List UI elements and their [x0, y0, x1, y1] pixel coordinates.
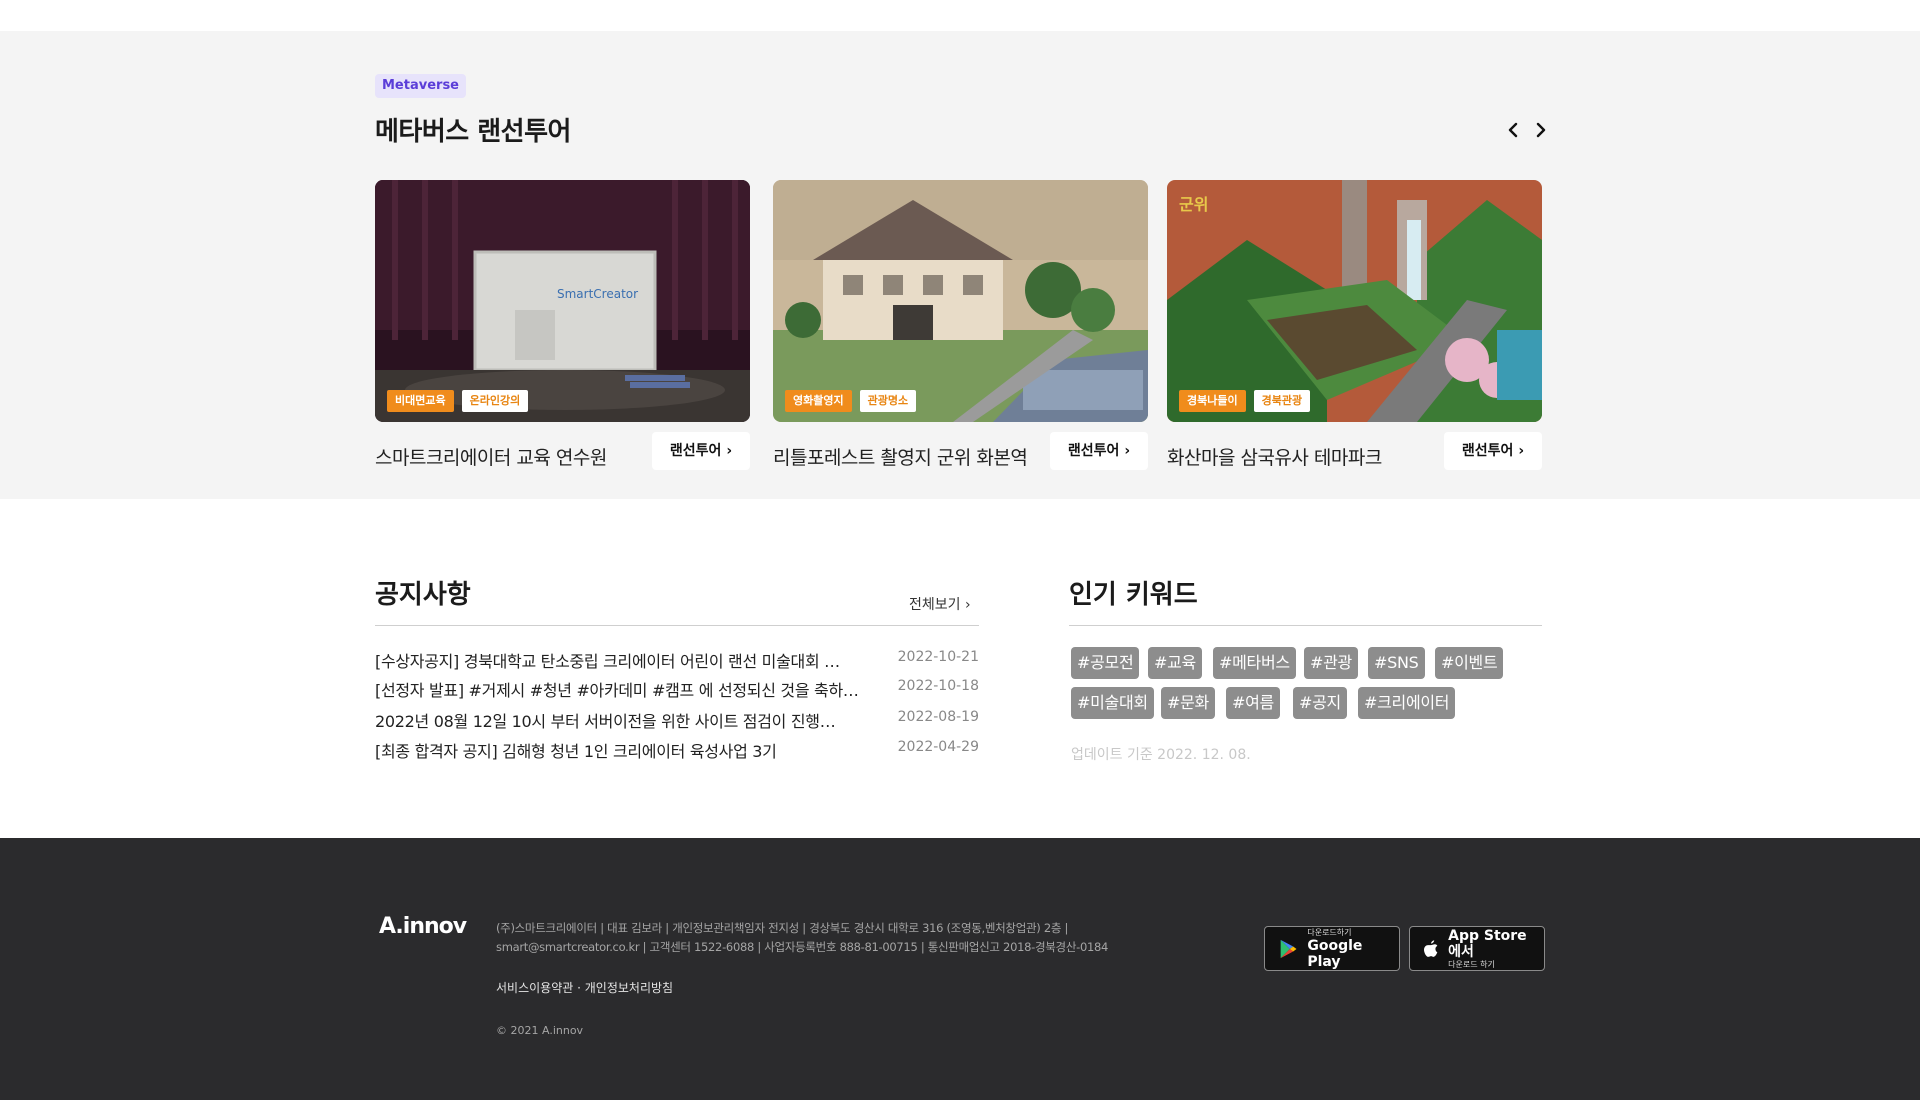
- card-title[interactable]: 스마트크리에이터 교육 연수원: [375, 443, 607, 470]
- company-info-line-2: smart@smartcreator.co.kr | 고객센터 1522-608…: [496, 940, 1109, 954]
- card-tag-primary: 경북나들이: [1179, 390, 1246, 412]
- chevron-right-icon: ›: [1124, 443, 1131, 459]
- lan-tour-button[interactable]: 랜선투어 ›: [652, 432, 750, 470]
- link-separator: ·: [577, 981, 581, 995]
- google-play-icon: [1280, 939, 1297, 958]
- notice-item-title[interactable]: 2022년 08월 12일 10시 부터 서버이전을 위한 사이트 점검이 진행…: [375, 708, 875, 732]
- footer-logo[interactable]: A.innov: [379, 914, 467, 939]
- top-strip: [0, 0, 1920, 31]
- apple-icon: [1424, 939, 1438, 957]
- chevron-right-icon: ›: [964, 597, 971, 613]
- keyword-chip[interactable]: #교육: [1148, 647, 1202, 679]
- tour-button-label: 랜선투어: [1067, 443, 1120, 459]
- metaverse-badge: Metaverse: [375, 74, 466, 98]
- card-tag-secondary: 경북관광: [1253, 390, 1311, 412]
- keyword-chip[interactable]: #문화: [1161, 687, 1215, 719]
- keyword-chip[interactable]: #크리에이터: [1358, 687, 1456, 719]
- company-info: (주)스마트크리에이터 | 대표 김보라 | 개인정보관리책임자 전지성 | 경…: [496, 919, 1176, 957]
- keyword-update-date: 업데이트 기준 2022. 12. 08.: [1071, 747, 1251, 763]
- keyword-chip[interactable]: #SNS: [1368, 647, 1425, 679]
- card-title[interactable]: 화산마을 삼국유사 테마파크: [1167, 443, 1382, 470]
- notice-item-date: 2022-04-29: [897, 739, 979, 755]
- keyword-chip[interactable]: #이벤트: [1435, 647, 1504, 679]
- metaverse-section: Metaverse 메타버스 랜선투어 SmartCreator 비대면교육 온…: [0, 31, 1920, 499]
- metaverse-title: 메타버스 랜선투어: [375, 117, 571, 147]
- keywords-title: 인기 키워드: [1069, 580, 1198, 610]
- google-play-small-text: 다운로드하기: [1307, 927, 1352, 937]
- tour-button-label: 랜선투어: [669, 443, 722, 459]
- company-info-line-1: (주)스마트크리에이터 | 대표 김보라 | 개인정보관리책임자 전지성 | 경…: [496, 921, 1069, 935]
- notice-item-title[interactable]: [최종 합격자 공지] 김해형 청년 1인 크리에이터 육성사업 3기: [375, 738, 875, 762]
- notice-title: 공지사항: [375, 580, 471, 610]
- keyword-chip[interactable]: #미술대회: [1071, 687, 1154, 719]
- see-all-link[interactable]: 전체보기 ›: [909, 594, 971, 614]
- card-image-station[interactable]: 영화촬영지 관광명소: [773, 180, 1148, 422]
- lan-tour-button[interactable]: 랜선투어 ›: [1050, 432, 1148, 470]
- lan-tour-button[interactable]: 랜선투어 ›: [1444, 432, 1542, 470]
- keyword-chip[interactable]: #공모전: [1071, 647, 1140, 679]
- footer: A.innov (주)스마트크리에이터 | 대표 김보라 | 개인정보관리책임자…: [0, 838, 1920, 1100]
- notice-item-title[interactable]: [수상자공지] 경북대학교 탄소중립 크리에이터 어린이 랜선 미술대회 …: [375, 648, 875, 672]
- card-tag-secondary: 온라인강의: [461, 390, 529, 412]
- notice-item[interactable]: [선정자 발표] #거제시 #청년 #아카데미 #캠프 에 선정되신 것을 축하…: [375, 677, 979, 701]
- copyright: © 2021 A.innov: [496, 1024, 584, 1037]
- see-all-label: 전체보기: [909, 597, 961, 613]
- app-store-label: App Store에서: [1448, 927, 1527, 960]
- notice-item[interactable]: [최종 합격자 공지] 김해형 청년 1인 크리에이터 육성사업 3기 2022…: [375, 738, 979, 762]
- divider: [1069, 625, 1542, 626]
- notice-item-date: 2022-10-18: [897, 678, 979, 694]
- park-logo-text: 군위: [1179, 195, 1208, 214]
- divider: [375, 625, 979, 626]
- screen-text: SmartCreator: [557, 287, 638, 301]
- keyword-chip[interactable]: #여름: [1226, 687, 1280, 719]
- app-store-button[interactable]: App Store에서 다운로드 하기: [1409, 926, 1545, 971]
- keyword-chip[interactable]: #공지: [1293, 687, 1347, 719]
- card-tag-primary: 영화촬영지: [785, 390, 852, 412]
- notice-item-title[interactable]: [선정자 발표] #거제시 #청년 #아카데미 #캠프 에 선정되신 것을 축하…: [375, 677, 875, 701]
- chevron-right-icon: ›: [1518, 443, 1525, 459]
- app-store-small-text: 다운로드 하기: [1448, 959, 1495, 969]
- google-play-button[interactable]: 다운로드하기 Google Play: [1264, 926, 1400, 971]
- terms-link[interactable]: 서비스이용약관: [496, 981, 573, 995]
- tour-card-1[interactable]: SmartCreator 비대면교육 온라인강의 스마트크리에이터 교육 연수원…: [375, 180, 750, 470]
- google-play-label: Google Play: [1307, 937, 1363, 970]
- card-image-theme-park[interactable]: 군위 경북나들이 경북관광: [1167, 180, 1542, 422]
- notice-item-date: 2022-08-19: [897, 709, 979, 725]
- keyword-chip[interactable]: #메타버스: [1213, 647, 1296, 679]
- chevron-left-icon[interactable]: [1499, 116, 1527, 144]
- card-title[interactable]: 리틀포레스트 촬영지 군위 화본역: [773, 443, 1028, 470]
- card-image-lecture-hall[interactable]: SmartCreator 비대면교육 온라인강의: [375, 180, 750, 422]
- card-tag-secondary: 관광명소: [859, 390, 917, 412]
- keyword-chip[interactable]: #관광: [1304, 647, 1358, 679]
- card-tag-primary: 비대면교육: [387, 390, 454, 412]
- tour-button-label: 랜선투어: [1461, 443, 1514, 459]
- privacy-link[interactable]: 개인정보처리방침: [585, 981, 673, 995]
- tour-card-3[interactable]: 군위 경북나들이 경북관광 화산마을 삼국유사 테마파크 랜선투어 ›: [1167, 180, 1542, 470]
- notice-item[interactable]: [수상자공지] 경북대학교 탄소중립 크리에이터 어린이 랜선 미술대회 … 2…: [375, 648, 979, 672]
- chevron-right-icon[interactable]: [1527, 116, 1555, 144]
- footer-links: 서비스이용약관 · 개인정보처리방침: [496, 979, 673, 996]
- notice-item-date: 2022-10-21: [897, 649, 979, 665]
- notice-item[interactable]: 2022년 08월 12일 10시 부터 서버이전을 위한 사이트 점검이 진행…: [375, 708, 979, 732]
- tour-card-2[interactable]: 영화촬영지 관광명소 리틀포레스트 촬영지 군위 화본역 랜선투어 ›: [773, 180, 1148, 470]
- chevron-right-icon: ›: [726, 443, 733, 459]
